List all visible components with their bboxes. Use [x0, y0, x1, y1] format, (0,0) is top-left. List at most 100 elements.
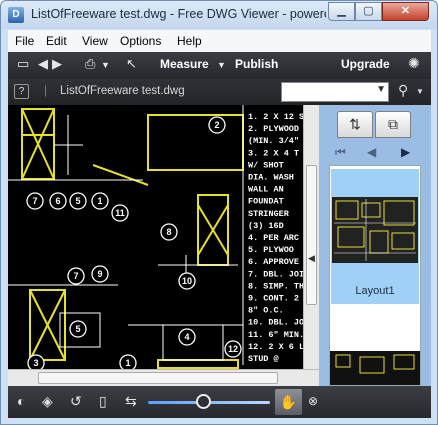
layout-thumbnail[interactable]: Layout1	[331, 169, 419, 304]
drawing-note-line: 10. DBL. JOIS	[248, 318, 303, 328]
title-bar[interactable]: D ListOfFreeware test.dwg - Free DWG Vie…	[1, 1, 437, 29]
measure-dropdown-icon[interactable]: ▼	[217, 60, 226, 70]
layout-thumbnail-2[interactable]	[330, 351, 420, 385]
prev-icon[interactable]: ◀	[367, 145, 376, 159]
drawing-note-line: W/ SHOT	[248, 160, 284, 170]
callout-label: 9	[97, 269, 102, 279]
publish-button[interactable]: Publish	[235, 57, 278, 71]
callout-label: 3	[33, 358, 38, 368]
callout-label: 7	[32, 196, 37, 206]
drawing-note-line: 11. 6" MIN. 6	[248, 330, 303, 340]
drawing-note-line: (MIN. 3/4"	[248, 136, 299, 146]
cad-drawing: 7 6 5 1 2 11 8 7 9 5 10 4 3 1 12 1. 2 X …	[8, 105, 303, 369]
search-input[interactable]: ▼	[281, 82, 389, 102]
drawing-note-line: 2. PLYWOOD	[248, 124, 299, 134]
print-dropdown-icon[interactable]: ▼	[101, 60, 110, 70]
drawing-note-line: 6. APPROVE	[248, 257, 299, 267]
folder-icon[interactable]: ▭	[17, 56, 29, 72]
exit-icon[interactable]: ⊗	[308, 394, 318, 408]
search-dropdown-icon[interactable]: ▼	[376, 84, 386, 95]
layout-thumbnail-list: Layout1	[329, 165, 421, 386]
drawing-note-line: 5. PLYWOO	[248, 245, 294, 255]
logo-icon[interactable]: ✺	[408, 55, 420, 72]
layout-preview-graphic	[334, 199, 416, 261]
callout-label: 12	[228, 344, 238, 354]
print-icon[interactable]: ⎙	[85, 56, 95, 72]
drawing-note-line: 8. SIMP. TH	[248, 281, 303, 291]
page-icon[interactable]: ▯	[99, 393, 107, 410]
drawing-note-line: 4. PER ARC	[248, 233, 299, 243]
panel-tabs: ⇅ ⧉	[329, 109, 421, 139]
contrast-icon[interactable]: ◐	[17, 393, 25, 409]
menu-bar: File Edit View Options Help	[8, 30, 431, 52]
drawing-note-line: FOUNDAT	[248, 197, 284, 207]
callout-label: 4	[184, 332, 189, 342]
layout-preview	[332, 197, 418, 263]
drawing-note-line: DIA. WASH	[248, 173, 294, 183]
drawing-note-line: 1. 2 X 12 S	[248, 112, 303, 122]
menu-help[interactable]: Help	[177, 34, 202, 48]
next-icon[interactable]: ▶	[401, 145, 410, 159]
drawing-note-line: 7. DBL. JOI	[248, 269, 303, 279]
menu-edit[interactable]: Edit	[46, 34, 67, 48]
bottom-toolbar: ◐ ◈ ↺ ▯ ⇆ ✋ ⊗	[8, 386, 431, 418]
pan-hand-icon[interactable]: ✋	[275, 389, 302, 415]
zoom-slider-handle[interactable]	[195, 394, 211, 409]
drawing-note-line: (3) 16D	[248, 221, 284, 231]
separator: |	[44, 83, 48, 97]
minimize-button[interactable]: ▁	[328, 2, 355, 21]
upgrade-button[interactable]: Upgrade	[341, 57, 390, 71]
layers-tab[interactable]: ⧉	[375, 111, 411, 138]
layout-navigation: ⏮ ◀ ▶	[329, 141, 421, 163]
callout-label: 10	[182, 276, 192, 286]
drawing-canvas[interactable]: 7 6 5 1 2 11 8 7 9 5 10 4 3 1 12 1. 2 X …	[8, 105, 303, 369]
drawing-note-line: 3. 2 X 4 T	[248, 148, 299, 158]
dwg-app-icon[interactable]: D	[8, 7, 24, 23]
rotate-icon[interactable]: ↺	[70, 393, 82, 410]
maximize-button[interactable]: ▢	[355, 2, 382, 21]
vertical-scrollbar[interactable]: ◀	[303, 105, 319, 369]
forward-icon[interactable]: ▶	[52, 56, 62, 72]
callout-label: 6	[55, 196, 60, 206]
measure-button[interactable]: Measure	[160, 57, 209, 71]
drawing-note-line: WALL AN	[248, 185, 284, 195]
drawing-note-line: 8" O.C.	[248, 306, 284, 316]
layouts-tab[interactable]: ⇅	[337, 111, 373, 138]
drawing-notes: 1. 2 X 12 S 2. PLYWOOD (MIN. 3/4" 3. 2 X 4…	[248, 112, 303, 364]
drawing-note-line: STUD @	[248, 354, 279, 364]
layers-icon[interactable]: ◈	[42, 393, 53, 410]
back-icon[interactable]: ◀	[38, 56, 48, 72]
layouts-panel: ⇅ ⧉ ⏮ ◀ ▶ Layout1	[319, 105, 431, 386]
help-button[interactable]: ?	[14, 84, 29, 99]
callout-label: 1	[97, 196, 102, 206]
callout-label: 1	[125, 358, 130, 368]
app-window: D ListOfFreeware test.dwg - Free DWG Vie…	[0, 0, 438, 425]
file-name-label: ListOfFreeware test.dwg	[60, 85, 185, 97]
close-button[interactable]: ✕	[382, 2, 429, 21]
callout-label: 8	[166, 227, 171, 237]
drawing-note-line: STRINGER	[248, 209, 290, 219]
layout-preview-graphic-2	[335, 354, 415, 374]
menu-options[interactable]: Options	[120, 34, 161, 48]
vertical-scroll-thumb[interactable]	[306, 165, 317, 305]
drawing-note-line: 9. CONT. 2	[248, 294, 299, 304]
callout-label: 2	[214, 120, 219, 130]
horizontal-scroll-thumb[interactable]	[38, 372, 278, 384]
address-bar: ? | ListOfFreeware test.dwg ▼ ⚲ ▼	[8, 79, 431, 105]
callout-label: 7	[73, 271, 78, 281]
callout-label: 11	[115, 208, 125, 218]
search-options-icon[interactable]: ▼	[416, 87, 424, 96]
horizontal-scrollbar[interactable]	[8, 369, 319, 386]
first-icon[interactable]: ⏮	[335, 145, 346, 160]
main-toolbar: ▭ ◀ ▶ ⎙ ▼ ↖ Measure ▼ Publish Upgrade ✺	[8, 52, 431, 79]
drawing-note-line: 12. 2 X 6 L	[248, 342, 303, 352]
menu-file[interactable]: File	[15, 34, 34, 48]
search-icon[interactable]: ⚲	[398, 82, 408, 99]
collapse-panel-icon[interactable]: ◀	[308, 253, 315, 264]
pointer-icon[interactable]: ↖	[126, 56, 137, 72]
callout-label: 5	[75, 196, 80, 206]
menu-view[interactable]: View	[82, 34, 108, 48]
window-title: ListOfFreeware test.dwg - Free DWG Viewe…	[31, 7, 326, 21]
fit-icon[interactable]: ⇆	[125, 393, 137, 410]
layout-label: Layout1	[355, 285, 395, 297]
